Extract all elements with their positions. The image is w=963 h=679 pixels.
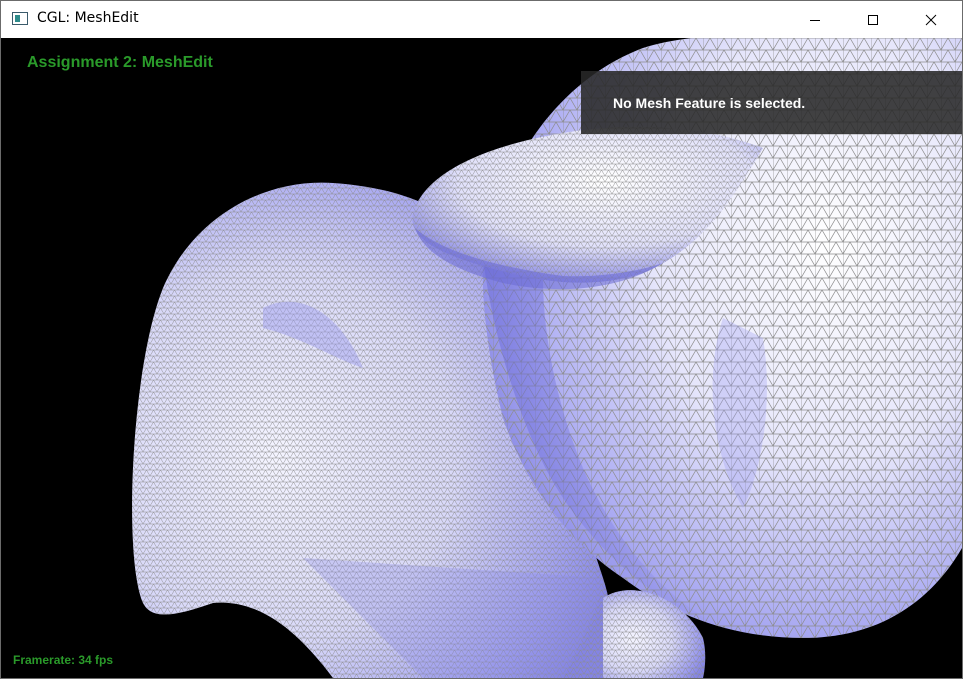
app-window: CGL: MeshEdit Assignment 2: MeshEdit No … bbox=[0, 0, 963, 679]
maximize-icon bbox=[868, 14, 878, 25]
assignment-title: Assignment 2: MeshEdit bbox=[27, 54, 213, 71]
selection-info-panel: No Mesh Feature is selected. bbox=[581, 71, 962, 134]
selection-info-text: No Mesh Feature is selected. bbox=[613, 95, 806, 111]
app-window-icon bbox=[12, 12, 28, 25]
framerate-readout: Framerate: 34 fps bbox=[13, 653, 114, 667]
window-title: CGL: MeshEdit bbox=[37, 10, 139, 26]
minimize-icon bbox=[810, 19, 820, 21]
close-icon bbox=[925, 14, 937, 25]
minimize-button[interactable] bbox=[792, 1, 838, 38]
mesh-render[interactable] bbox=[3, 38, 962, 678]
mesh-viewport[interactable]: Assignment 2: MeshEdit No Mesh Feature i… bbox=[3, 38, 962, 678]
maximize-button[interactable] bbox=[850, 1, 896, 38]
title-bar[interactable]: CGL: MeshEdit bbox=[1, 1, 962, 38]
close-button[interactable] bbox=[908, 1, 954, 38]
